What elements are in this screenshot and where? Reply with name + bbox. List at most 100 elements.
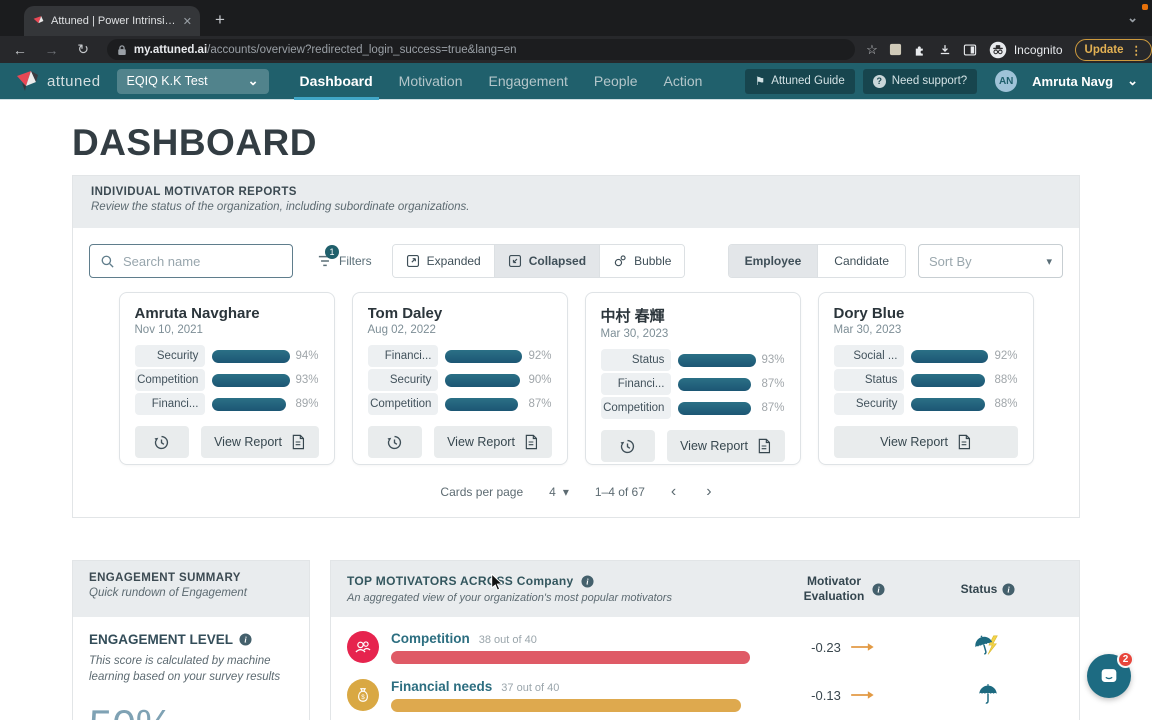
info-icon[interactable]: i [239, 633, 252, 646]
update-indicator-dot [1142, 4, 1148, 10]
view-report-button[interactable]: View Report [833, 426, 1018, 458]
motivator-pct: 88% [994, 374, 1018, 386]
user-menu-chevron-icon[interactable]: ⌄ [1127, 73, 1138, 89]
motivator-pct: 87% [528, 398, 552, 410]
info-icon[interactable]: i [1002, 582, 1015, 596]
cards-per-page-label: Cards per page [440, 485, 524, 499]
motivator-bar [678, 377, 751, 391]
collapsed-icon [508, 254, 521, 268]
card-person-name: Dory Blue [833, 305, 905, 322]
motivator-row: Social ... 92% [833, 344, 1018, 368]
history-button[interactable] [134, 426, 189, 458]
back-icon[interactable]: ← [8, 42, 32, 58]
view-report-button[interactable]: View Report [666, 430, 785, 462]
address-bar[interactable]: my.attuned.ai/accounts/overview?redirect… [106, 39, 856, 60]
attuned-guide-label: Attuned Guide [771, 75, 845, 87]
nav-item-people[interactable]: People [581, 63, 651, 100]
download-icon[interactable] [938, 43, 952, 57]
view-report-label: View Report [680, 439, 748, 453]
view-toggle-expanded[interactable]: Expanded [392, 245, 494, 277]
chat-widget-button[interactable]: 2 [1087, 651, 1134, 698]
extension-shortcut-icon[interactable] [889, 43, 902, 56]
card-person-name: Amruta Navghare [134, 305, 260, 322]
view-toggle-collapsed[interactable]: Collapsed [493, 245, 600, 277]
motivator-label: Security [134, 345, 206, 367]
umbrella-icon [979, 684, 997, 704]
info-icon[interactable]: i [580, 574, 594, 588]
mouse-cursor [491, 574, 504, 591]
trend-arrow-icon [850, 643, 874, 651]
need-support-button[interactable]: ? Need support? [862, 68, 978, 94]
incognito-icon [989, 41, 1007, 58]
motivator-row: Financi... 92% [367, 344, 552, 368]
motivator-bar [678, 401, 751, 415]
motivator-label: Security [367, 369, 439, 391]
user-avatar[interactable]: AN [995, 70, 1018, 92]
per-page-select[interactable]: 4 ▾ [549, 485, 569, 499]
history-icon [620, 439, 635, 453]
appbar-right: ⚑ Attuned Guide ? Need support? AN Amrut… [744, 68, 1138, 94]
prev-page-icon[interactable]: ‹ [671, 483, 676, 501]
motivator-label: Financi... [134, 393, 206, 415]
top-motivator-score: 38 out of 40 [478, 633, 537, 646]
bookmark-star-icon[interactable]: ☆ [866, 42, 878, 58]
card-person-name: Tom Daley [367, 305, 443, 322]
view-toggle-bubble[interactable]: Bubble [599, 245, 685, 277]
per-page-caret-icon: ▾ [562, 485, 569, 499]
attuned-guide-button[interactable]: ⚑ Attuned Guide [744, 68, 855, 94]
update-button[interactable]: Update ⋮ [1074, 38, 1152, 61]
side-panel-icon[interactable] [963, 43, 977, 57]
search-input[interactable]: Search name [89, 244, 293, 278]
motivator-pct: 94% [295, 350, 319, 362]
motivator-bar [212, 373, 290, 387]
browser-tabstrip: Attuned | Power Intrinsic Motiv ✕ + ⌄ [0, 0, 1152, 36]
filters-badge: 1 [325, 245, 339, 259]
motivator-pct: 92% [528, 350, 552, 362]
history-button[interactable] [600, 430, 655, 462]
tab-close-icon[interactable]: ✕ [183, 15, 192, 28]
favicon [33, 15, 44, 26]
next-page-icon[interactable]: › [706, 483, 711, 501]
view-report-button[interactable]: View Report [433, 426, 552, 458]
browser-menu-dots-icon[interactable]: ⋮ [1131, 43, 1143, 57]
report-card: Amruta Navghare Nov 10, 2021 Security 94… [118, 292, 335, 465]
nav-item-action[interactable]: Action [650, 63, 715, 100]
report-card: Tom Daley Aug 02, 2022 Financi... 92% Se… [351, 292, 568, 465]
view-report-label: View Report [214, 435, 282, 449]
motivator-label: Status [833, 369, 905, 391]
motivator-label: Status [600, 349, 672, 371]
info-icon[interactable]: i [872, 582, 885, 596]
motivator-bar [445, 397, 518, 411]
forward-icon[interactable]: → [40, 42, 64, 58]
nav-item-engagement[interactable]: Engagement [475, 63, 580, 100]
report-doc-icon [292, 434, 304, 450]
nav-item-dashboard[interactable]: Dashboard [287, 63, 386, 100]
nav-item-motivation[interactable]: Motivation [386, 63, 476, 100]
view-report-button[interactable]: View Report [200, 426, 319, 458]
org-selector-dropdown[interactable]: EQIQ K.K Test ⌄ [116, 68, 269, 94]
sort-by-dropdown[interactable]: Sort By ▾ [918, 244, 1063, 278]
new-tab-button[interactable]: + [208, 8, 232, 32]
url-path: /accounts/overview?redirected_login_succ… [207, 43, 517, 56]
filters-button[interactable]: 1 Filters [317, 245, 372, 268]
url-host: my.attuned.ai [133, 43, 208, 56]
sort-by-placeholder: Sort By [929, 253, 972, 269]
reload-icon[interactable]: ↻ [71, 41, 95, 58]
search-placeholder: Search name [123, 253, 201, 269]
type-toggle-employee[interactable]: Employee [728, 245, 818, 277]
attuned-logo [17, 71, 38, 91]
motivator-label: Competition [134, 369, 206, 391]
top-motivators-header: TOP MOTIVATORS ACROSS Company i An aggre… [331, 561, 1079, 617]
motivator-bar [911, 397, 985, 411]
url-text: my.attuned.ai/accounts/overview?redirect… [134, 44, 517, 56]
browser-tab[interactable]: Attuned | Power Intrinsic Motiv ✕ [24, 6, 200, 36]
need-support-label: Need support? [891, 75, 968, 87]
history-button[interactable] [367, 426, 422, 458]
view-toggle-collapsed-label: Collapsed [528, 254, 587, 268]
user-name[interactable]: Amruta Navg [1032, 74, 1113, 89]
extensions-puzzle-icon[interactable] [913, 43, 927, 57]
tab-list-chevron-icon[interactable]: ⌄ [1127, 10, 1138, 26]
type-toggle-candidate[interactable]: Candidate [817, 245, 905, 277]
top-motivators-title: TOP MOTIVATORS ACROSS Company [347, 574, 574, 588]
motivator-bar [911, 349, 988, 363]
